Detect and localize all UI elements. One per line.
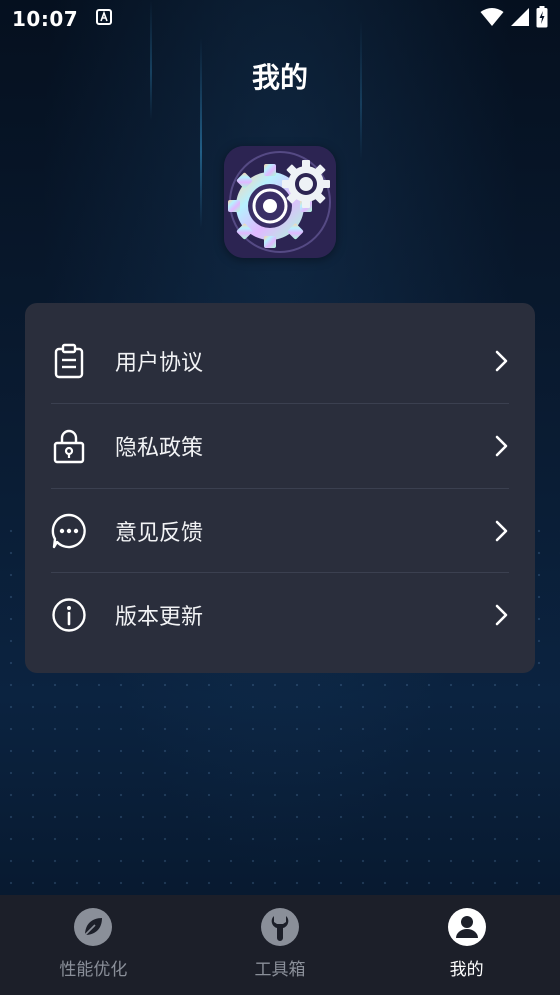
chevron-right-icon [489, 349, 513, 373]
wrench-icon [260, 907, 300, 947]
bottom-tab-bar: 性能优化 工具箱 我的 [0, 895, 560, 995]
chevron-right-icon [489, 434, 513, 458]
menu-item-privacy-policy[interactable]: 隐私政策 [25, 404, 535, 488]
person-icon [447, 907, 487, 947]
menu-item-label: 意见反馈 [115, 521, 204, 546]
wifi-icon [480, 7, 504, 31]
chevron-right-icon [489, 519, 513, 543]
status-bar: 10:07 [0, 0, 560, 38]
tab-label: 性能优化 [59, 960, 128, 980]
menu-item-label: 隐私政策 [115, 436, 204, 461]
tab-mine[interactable]: 我的 [373, 895, 560, 995]
leaf-icon [73, 907, 113, 947]
battery-icon [536, 6, 548, 32]
cellular-signal-icon [510, 7, 530, 31]
menu-item-version-update[interactable]: 版本更新 [25, 573, 535, 657]
lock-icon [51, 428, 87, 464]
chat-bubble-icon [51, 513, 87, 549]
menu-item-user-agreement[interactable]: 用户协议 [25, 319, 535, 403]
clipboard-icon [51, 343, 87, 379]
app-logo [224, 146, 336, 258]
menu-item-label: 版本更新 [115, 605, 204, 630]
menu-item-label: 用户协议 [115, 351, 204, 376]
notification-icon [96, 9, 113, 29]
tab-label: 我的 [449, 960, 484, 980]
chevron-right-icon [489, 603, 513, 627]
menu-item-feedback[interactable]: 意见反馈 [25, 489, 535, 573]
tab-label: 工具箱 [254, 960, 306, 980]
settings-menu-card: 用户协议 隐私政策 意见反馈 版本更新 [25, 303, 535, 673]
status-time: 10:07 [12, 7, 79, 31]
page-title: 我的 [251, 61, 308, 94]
tab-toolbox[interactable]: 工具箱 [187, 895, 374, 995]
info-icon [51, 597, 87, 633]
tab-performance-optimization[interactable]: 性能优化 [0, 895, 187, 995]
